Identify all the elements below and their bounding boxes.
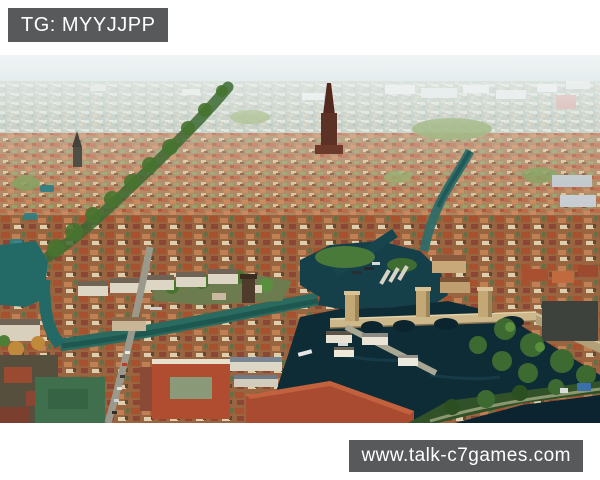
bridge-tower xyxy=(344,291,360,321)
atmospheric-haze xyxy=(0,55,600,205)
aerial-photo xyxy=(0,55,600,423)
bridge-tower xyxy=(415,287,431,317)
telegram-watermark-text: TG: MYYJJPP xyxy=(21,14,155,36)
courtyard-complex xyxy=(152,359,230,419)
website-watermark-text: www.talk-c7games.com xyxy=(361,445,571,466)
website-watermark: www.talk-c7games.com xyxy=(349,440,583,472)
stone-tower xyxy=(242,277,255,303)
screenshot-root: TG: MYYJJPP www.talk-c7games.com xyxy=(0,0,600,480)
blue-truck xyxy=(577,383,591,391)
bridge-tower xyxy=(477,287,493,317)
telegram-watermark: TG: MYYJJPP xyxy=(8,8,168,42)
